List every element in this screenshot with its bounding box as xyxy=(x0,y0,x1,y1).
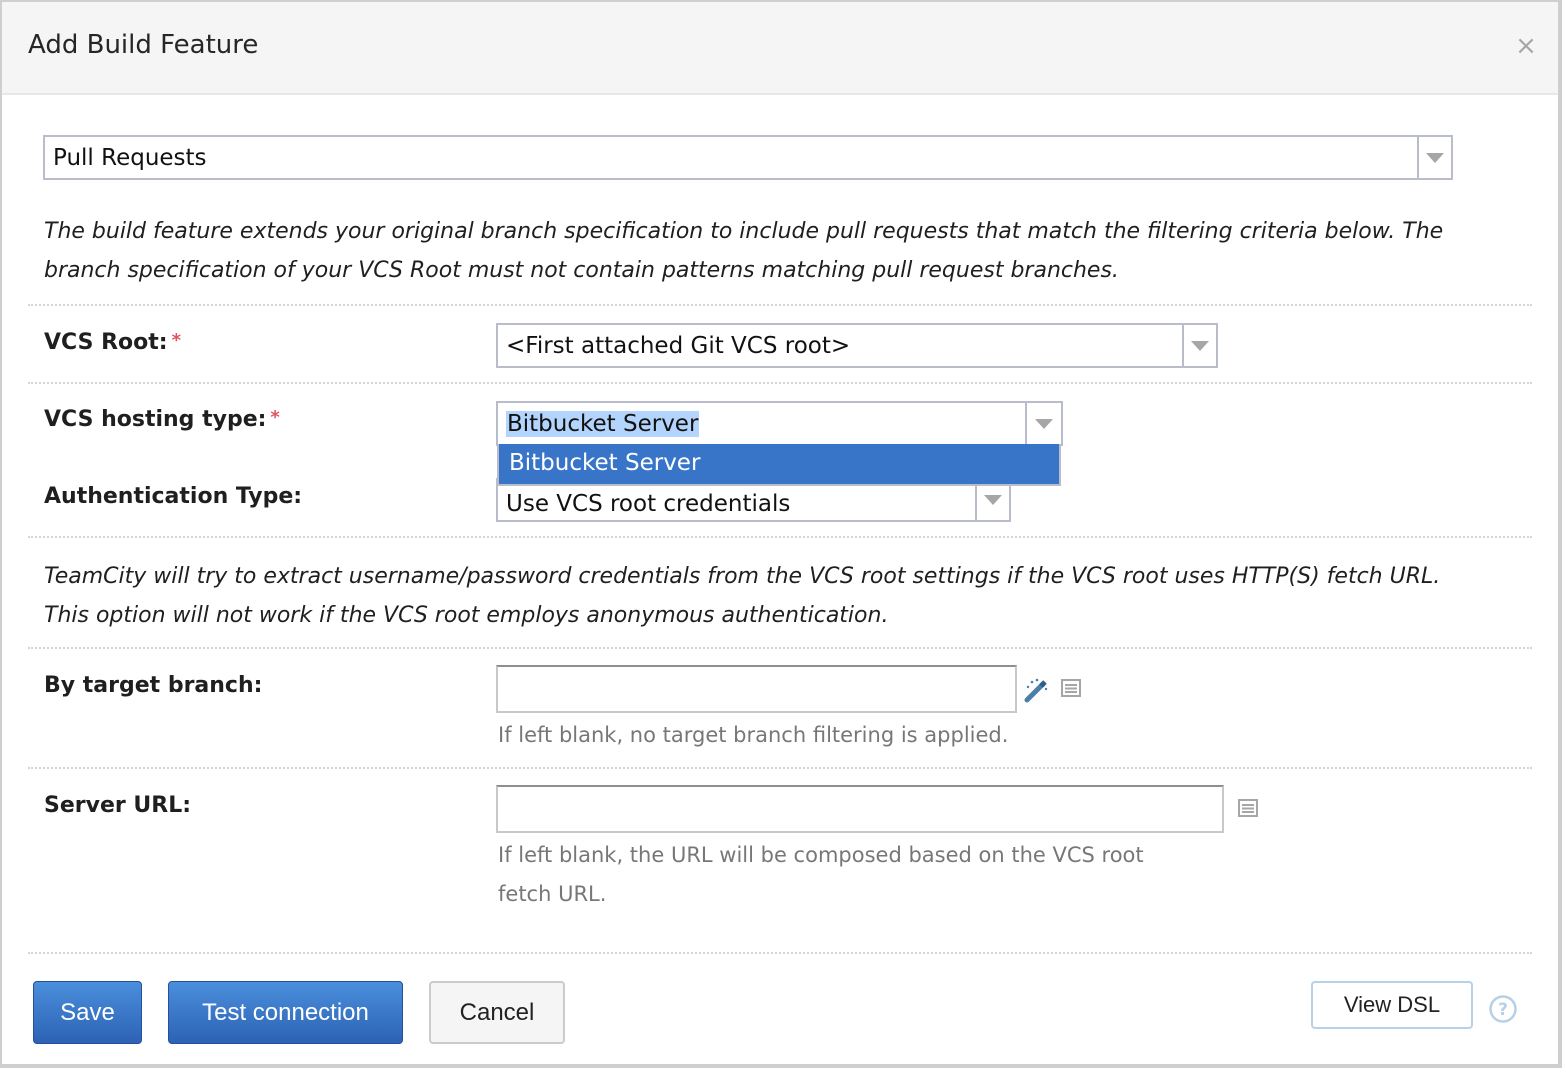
vcs-hosting-type-selected-text: Bitbucket Server xyxy=(506,410,700,437)
chevron-down-icon[interactable] xyxy=(1025,403,1061,444)
server-url-label: Server URL: xyxy=(44,793,192,818)
divider xyxy=(28,952,1532,954)
feature-description: The build feature extends your original … xyxy=(44,219,1444,283)
target-branch-hint: If left blank, no target branch filterin… xyxy=(498,723,1009,747)
magic-wand-icon[interactable] xyxy=(1024,677,1050,703)
cancel-button[interactable]: Cancel xyxy=(429,981,565,1044)
vcs-root-label: VCS Root: * xyxy=(44,330,181,355)
server-url-input[interactable] xyxy=(496,785,1224,833)
feature-type-select[interactable]: Pull Requests xyxy=(43,135,1453,180)
target-branch-label: By target branch: xyxy=(44,673,263,698)
chevron-down-icon[interactable] xyxy=(1182,325,1216,366)
vcs-hosting-type-dropdown: Bitbucket Server xyxy=(497,444,1061,486)
svg-text:?: ? xyxy=(1498,1000,1508,1020)
dialog-header: Add Build Feature × xyxy=(2,2,1558,95)
divider xyxy=(28,767,1532,769)
save-button[interactable]: Save xyxy=(33,981,142,1044)
vcs-root-value: <First attached Git VCS root> xyxy=(506,332,851,359)
dialog-title: Add Build Feature xyxy=(28,30,259,60)
chevron-down-icon[interactable] xyxy=(1417,137,1451,178)
view-dsl-button[interactable]: View DSL xyxy=(1311,981,1473,1029)
close-icon[interactable]: × xyxy=(1514,33,1538,59)
divider xyxy=(28,536,1532,538)
divider xyxy=(28,304,1532,306)
vcs-hosting-type-label: VCS hosting type: * xyxy=(44,407,280,432)
required-mark: * xyxy=(270,407,280,428)
divider xyxy=(28,647,1532,649)
add-build-feature-dialog: Add Build Feature × Pull Requests The bu… xyxy=(0,0,1562,1068)
chevron-down-icon[interactable] xyxy=(975,480,1009,520)
vcs-hosting-type-label-text: VCS hosting type: xyxy=(44,407,267,432)
vcs-hosting-type-value: Bitbucket Server xyxy=(506,410,700,437)
auth-description: TeamCity will try to extract username/pa… xyxy=(44,564,1441,628)
vcs-root-select[interactable]: <First attached Git VCS root> xyxy=(496,323,1218,368)
help-icon[interactable]: ? xyxy=(1488,994,1518,1024)
required-mark: * xyxy=(171,330,181,351)
list-editor-icon[interactable] xyxy=(1061,679,1081,697)
authentication-type-value: Use VCS root credentials xyxy=(506,491,791,517)
authentication-type-label: Authentication Type: xyxy=(44,484,303,509)
feature-type-value: Pull Requests xyxy=(53,144,207,171)
vcs-hosting-type-select[interactable]: Bitbucket Server xyxy=(496,401,1063,446)
server-url-hint-line1: If left blank, the URL will be composed … xyxy=(498,843,1144,867)
dropdown-option[interactable]: Bitbucket Server xyxy=(509,450,700,476)
vcs-root-label-text: VCS Root: xyxy=(44,330,168,355)
test-connection-button[interactable]: Test connection xyxy=(168,981,403,1044)
server-url-hint-line2: fetch URL. xyxy=(498,882,607,906)
list-editor-icon[interactable] xyxy=(1238,799,1258,817)
target-branch-input[interactable] xyxy=(496,665,1017,713)
divider xyxy=(28,382,1532,384)
